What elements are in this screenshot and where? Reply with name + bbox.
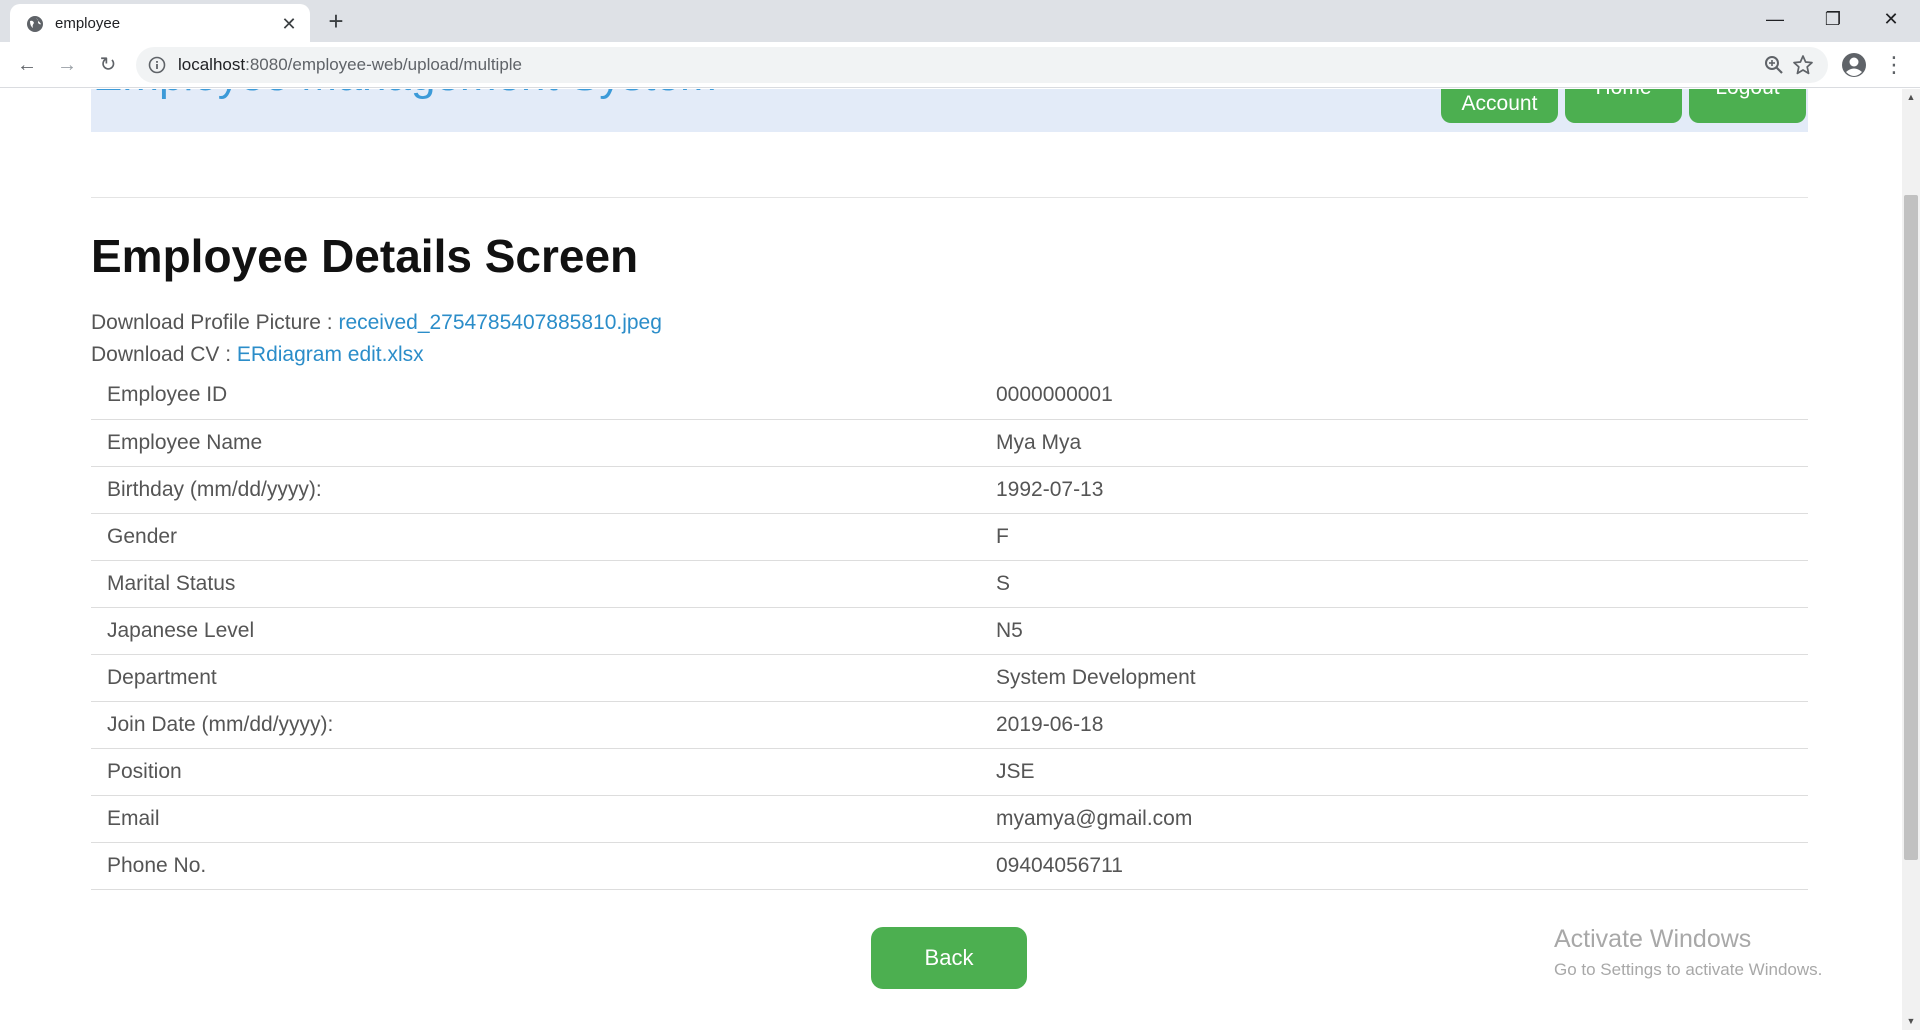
table-row: Position JSE [91, 748, 1808, 796]
browser-toolbar: ← → ↻ localhost:8080/employee-web/upload… [0, 42, 1920, 88]
detail-value: 2019-06-18 [996, 701, 1808, 749]
download-picture-label: Download Profile Picture : [91, 311, 339, 334]
url-text[interactable]: localhost:8080/employee-web/upload/multi… [178, 55, 522, 75]
home-button[interactable]: Home [1565, 89, 1682, 123]
download-cv-link[interactable]: ERdiagram edit.xlsx [237, 343, 424, 366]
globe-icon [27, 16, 43, 32]
site-header: Employee Management System Account Home … [91, 89, 1808, 132]
back-button[interactable]: Back [871, 927, 1027, 989]
address-bar[interactable]: localhost:8080/employee-web/upload/multi… [136, 47, 1828, 83]
table-row: Birthday (mm/dd/yyyy): 1992-07-13 [91, 466, 1808, 514]
detail-value: Mya Mya [996, 419, 1808, 467]
table-row: Japanese Level N5 [91, 607, 1808, 655]
watermark-subtitle: Go to Settings to activate Windows. [1554, 960, 1823, 979]
profile-avatar-icon[interactable] [1840, 51, 1868, 79]
home-button-label: Home [1565, 89, 1682, 100]
table-row: Gender F [91, 513, 1808, 561]
scroll-up-arrow-icon[interactable]: ▲ [1902, 89, 1920, 106]
reload-icon[interactable]: ↻ [94, 51, 122, 79]
detail-label: Department [91, 654, 996, 702]
table-row: Employee Name Mya Mya [91, 419, 1808, 467]
detail-value: F [996, 513, 1808, 561]
vertical-scrollbar[interactable]: ▲ ▼ [1902, 89, 1920, 1030]
minimize-button[interactable]: — [1746, 0, 1804, 38]
url-host: localhost [178, 55, 246, 74]
scroll-down-arrow-icon[interactable]: ▼ [1902, 1013, 1920, 1030]
detail-label: Japanese Level [91, 607, 996, 655]
back-arrow-icon[interactable]: ← [13, 51, 41, 79]
detail-value: 09404056711 [996, 842, 1808, 890]
detail-label: Join Date (mm/dd/yyyy): [91, 701, 996, 749]
detail-label: Email [91, 795, 996, 843]
tab-title: employee [55, 15, 121, 32]
close-window-button[interactable]: ✕ [1862, 0, 1920, 38]
detail-label: Employee ID [91, 372, 996, 420]
table-row: Marital Status S [91, 560, 1808, 608]
detail-value: JSE [996, 748, 1808, 796]
detail-label: Marital Status [91, 560, 996, 608]
forward-arrow-icon[interactable]: → [53, 51, 81, 79]
download-cv-label: Download CV : [91, 343, 237, 366]
employee-details-table: Employee ID 0000000001 Employee Name Mya M… [91, 372, 1808, 890]
detail-value: System Development [996, 654, 1808, 702]
table-row: Department System Development [91, 654, 1808, 702]
account-button[interactable]: Account [1441, 89, 1558, 123]
close-tab-icon[interactable]: ✕ [278, 13, 300, 35]
detail-label: Gender [91, 513, 996, 561]
activate-windows-watermark: Activate Windows Go to Settings to activ… [1554, 925, 1822, 980]
bookmark-star-icon[interactable] [1792, 54, 1814, 76]
browser-tab[interactable]: employee ✕ [10, 4, 310, 42]
maximize-button[interactable]: ❐ [1804, 0, 1862, 38]
table-row: Phone No. 09404056711 [91, 842, 1808, 890]
detail-value: S [996, 560, 1808, 608]
detail-label: Birthday (mm/dd/yyyy): [91, 466, 996, 514]
table-row: Join Date (mm/dd/yyyy): 2019-06-18 [91, 701, 1808, 749]
scrollbar-thumb[interactable] [1904, 195, 1918, 860]
logout-button[interactable]: Logout [1689, 89, 1806, 123]
watermark-title: Activate Windows [1554, 925, 1752, 953]
browser-menu-icon[interactable]: ⋮ [1882, 51, 1906, 79]
detail-label: Employee Name [91, 419, 996, 467]
detail-label: Position [91, 748, 996, 796]
zoom-icon[interactable] [1764, 55, 1784, 75]
detail-value: myamya@gmail.com [996, 795, 1808, 843]
url-path: :8080/employee-web/upload/multiple [245, 55, 523, 74]
account-button-label: Account [1461, 92, 1538, 115]
detail-value: N5 [996, 607, 1808, 655]
page-viewport: Employee Management System Account Home … [0, 89, 1902, 1030]
download-cv-line: Download CV : ERdiagram edit.xlsx [91, 343, 424, 367]
site-title: Employee Management System [93, 89, 717, 101]
logout-button-label: Logout [1689, 89, 1806, 100]
new-tab-button[interactable]: + [322, 8, 350, 36]
divider [91, 197, 1808, 198]
download-picture-link[interactable]: received_2754785407885810.jpeg [338, 311, 661, 334]
download-picture-line: Download Profile Picture : received_2754… [91, 311, 662, 335]
table-row: Employee ID 0000000001 [91, 372, 1808, 420]
page-title: Employee Details Screen [91, 230, 639, 282]
detail-value: 0000000001 [996, 372, 1808, 420]
detail-label: Phone No. [91, 842, 996, 890]
tab-strip: employee ✕ + — ❐ ✕ [0, 0, 1920, 42]
detail-value: 1992-07-13 [996, 466, 1808, 514]
table-row: Email myamya@gmail.com [91, 795, 1808, 843]
site-info-icon[interactable] [148, 56, 166, 74]
